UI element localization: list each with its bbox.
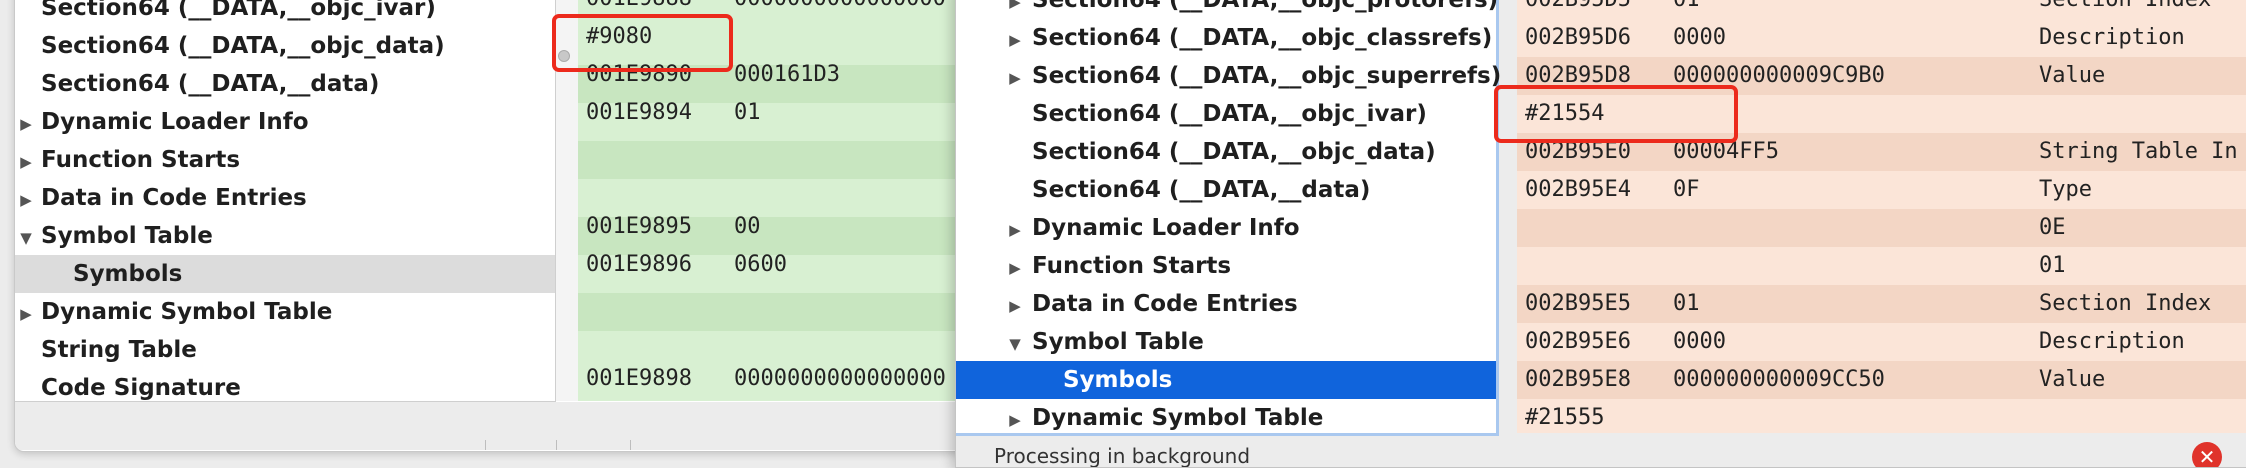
right-hex-table[interactable]: 002B95D501Section Index 002B95D60000Desc…	[1517, 0, 2246, 433]
tree-item-data-in-code[interactable]: ▶ Data in Code Entries	[15, 179, 555, 217]
disclosure-triangle-right-icon[interactable]: ▶	[17, 181, 35, 219]
table-row[interactable]: #21555	[1525, 399, 2039, 437]
table-row[interactable]	[586, 132, 734, 170]
disclosure-triangle-down-icon[interactable]: ▼	[17, 219, 35, 257]
tree-item-objc-data[interactable]: Section64 (__DATA,__objc_data)	[15, 27, 555, 65]
tree-item-data[interactable]: Section64 (__DATA,__data)	[956, 171, 1496, 209]
left-window-footer	[15, 402, 1115, 450]
disclosure-triangle-right-icon[interactable]: ▶	[1006, 0, 1024, 21]
tree-item-symbols[interactable]: Symbols	[956, 361, 1496, 399]
tree-item-symbols[interactable]: Symbols	[15, 255, 555, 293]
highlight-box-21554	[1494, 85, 1738, 143]
table-row[interactable]: 002B95E6 0000 Description	[1525, 323, 2185, 361]
tree-item-objc-classrefs[interactable]: ▶ Section64 (__DATA,__objc_classrefs)	[956, 19, 1496, 57]
tree-item-string-table[interactable]: String Table	[15, 331, 555, 369]
divider-tick	[485, 440, 486, 450]
status-text: Processing in background	[994, 444, 1251, 468]
error-close-icon[interactable]: ✕	[2192, 442, 2222, 467]
disclosure-triangle-right-icon[interactable]: ▶	[1006, 401, 1024, 439]
tree-item-symbol-table[interactable]: ▼ Symbol Table	[15, 217, 555, 255]
table-row[interactable]: 001E9894 01	[586, 94, 761, 132]
divider-tick	[630, 440, 631, 450]
tree-item-function-starts[interactable]: ▶ Function Starts	[956, 247, 1496, 285]
disclosure-triangle-right-icon[interactable]: ▶	[1006, 249, 1024, 287]
left-outline-tree[interactable]: Section64 (__DATA,__objc_ivar) Section64…	[15, 0, 556, 402]
table-row[interactable]: 002B95D6 0000 Description	[1525, 19, 2185, 57]
tree-item-objc-superrefs[interactable]: ▶ Section64 (__DATA,__objc_superrefs)	[956, 57, 1501, 97]
disclosure-triangle-right-icon[interactable]: ▶	[1006, 211, 1024, 249]
tree-item-dynamic-loader-info[interactable]: ▶ Dynamic Loader Info	[956, 209, 1496, 247]
table-row[interactable]: 0E	[1525, 209, 2066, 247]
tree-item-function-starts[interactable]: ▶ Function Starts	[15, 141, 555, 179]
divider-tick	[556, 440, 557, 450]
disclosure-triangle-right-icon[interactable]: ▶	[17, 143, 35, 181]
tree-item-symbol-table[interactable]: ▼ Symbol Table	[956, 323, 1496, 361]
tree-item-data[interactable]: Section64 (__DATA,__data)	[15, 65, 555, 103]
disclosure-triangle-right-icon[interactable]: ▶	[1006, 59, 1024, 97]
table-row[interactable]: 01	[1525, 247, 2066, 285]
disclosure-triangle-right-icon[interactable]: ▶	[1006, 21, 1024, 59]
table-row[interactable]	[586, 322, 734, 360]
table-row[interactable]: 002B95E8 000000000009CC50 Value	[1525, 361, 2105, 399]
table-row[interactable]: 002B95D501Section Index	[1525, 0, 2211, 19]
tree-item-objc-ivar[interactable]: Section64 (__DATA,__objc_ivar)	[15, 0, 555, 27]
right-window: ▶ Section64 (__DATA,__objc_protorefs) ▶ Se…	[955, 0, 2246, 468]
table-row[interactable]: 001E9895 00	[586, 208, 761, 246]
table-row[interactable]	[586, 284, 734, 322]
right-outline-tree[interactable]: ▶ Section64 (__DATA,__objc_protorefs) ▶ Se…	[956, 0, 1501, 437]
highlight-box-9080	[552, 14, 733, 72]
table-row[interactable]: 001E9898 0000000000000000	[586, 360, 946, 398]
table-row[interactable]: 001E9896 0600	[586, 246, 787, 284]
disclosure-triangle-right-icon[interactable]: ▶	[1006, 287, 1024, 325]
tree-item-objc-protorefs[interactable]: ▶ Section64 (__DATA,__objc_protorefs)	[956, 0, 1498, 21]
disclosure-triangle-right-icon[interactable]: ▶	[17, 295, 35, 333]
status-bar: Processing in background	[956, 436, 2246, 468]
disclosure-triangle-right-icon[interactable]: ▶	[17, 105, 35, 143]
tree-item-data-in-code[interactable]: ▶ Data in Code Entries	[956, 285, 1496, 323]
tree-item-objc-data[interactable]: Section64 (__DATA,__objc_data)	[956, 133, 1496, 171]
tree-item-dynamic-symbol-table[interactable]: ▶ Dynamic Symbol Table	[956, 399, 1496, 437]
disclosure-triangle-down-icon[interactable]: ▼	[1006, 325, 1024, 363]
tree-item-dynamic-symbol-table[interactable]: ▶ Dynamic Symbol Table	[15, 293, 555, 331]
tree-item-dynamic-loader-info[interactable]: ▶ Dynamic Loader Info	[15, 103, 555, 141]
table-row[interactable]	[586, 170, 734, 208]
tree-item-objc-ivar[interactable]: Section64 (__DATA,__objc_ivar)	[956, 95, 1496, 133]
table-row[interactable]: 002B95E4 0F Type	[1525, 171, 2092, 209]
table-row[interactable]: 002B95E5 01 Section Index	[1525, 285, 2211, 323]
